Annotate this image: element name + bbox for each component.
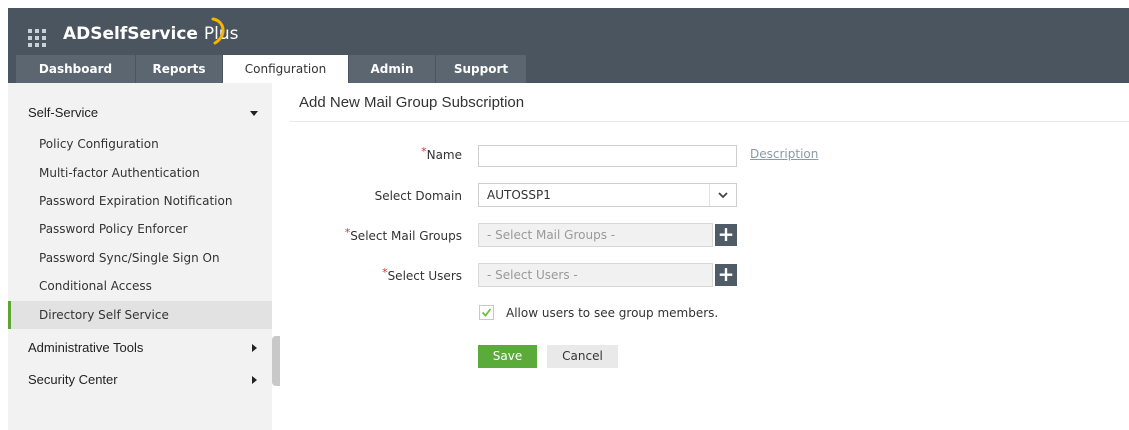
add-mail-groups-button[interactable]: + — [715, 224, 737, 246]
section-label: Self-Service — [28, 105, 99, 120]
domain-select[interactable]: AUTOSSP1 — [478, 183, 737, 207]
dropdown-arrow — [709, 184, 736, 206]
caret-down-icon — [250, 111, 258, 116]
caret-right-icon — [252, 344, 257, 352]
checkmark-icon — [481, 308, 492, 317]
caret-right-icon — [252, 376, 257, 384]
allow-group-members-checkbox[interactable] — [479, 305, 494, 320]
name-label: Name — [426, 148, 462, 162]
domain-label: Select Domain — [374, 189, 462, 203]
brand-name: ADSelfService — [63, 24, 204, 44]
sidebar-item-label: Directory Self Service — [39, 308, 169, 322]
app-grid-icon[interactable] — [28, 29, 48, 49]
tab-admin[interactable]: Admin — [349, 55, 435, 83]
required-mark: * — [344, 226, 351, 239]
users-label: Select Users — [387, 269, 462, 283]
sidebar-item-multi-factor-authentication[interactable]: Multi-factor Authentication — [8, 159, 272, 187]
section-label: Administrative Tools — [28, 340, 144, 355]
sidebar-item-password-policy-enforcer[interactable]: Password Policy Enforcer — [8, 215, 272, 243]
sidebar: Self-Service Policy Configuration Multi-… — [8, 83, 280, 430]
sidebar-section-self-service[interactable]: Self-Service — [8, 98, 272, 128]
mail-groups-label-wrap: *Select Mail Groups — [262, 226, 462, 243]
sidebar-collapse-handle[interactable] — [272, 336, 280, 386]
chevron-down-icon — [718, 192, 728, 199]
name-input[interactable] — [478, 145, 737, 167]
required-mark: * — [382, 266, 388, 279]
sidebar-item-label: Policy Configuration — [39, 137, 159, 151]
top-strip — [0, 0, 1129, 8]
cancel-button[interactable]: Cancel — [547, 345, 618, 368]
users-label-wrap: *Select Users — [262, 266, 462, 283]
sidebar-item-label: Password Policy Enforcer — [39, 222, 188, 236]
app-header: ADSelfService Plus Dashboard Reports Con… — [8, 8, 1129, 83]
tab-configuration[interactable]: Configuration — [223, 55, 348, 83]
sidebar-section-security-center[interactable]: Security Center — [8, 365, 272, 395]
users-placeholder: - Select Users - — [487, 268, 578, 282]
sidebar-item-label: Password Sync/Single Sign On — [39, 251, 220, 265]
mail-groups-field[interactable]: - Select Mail Groups - — [478, 223, 713, 247]
sidebar-item-policy-configuration[interactable]: Policy Configuration — [8, 130, 272, 158]
page-title: Add New Mail Group Subscription — [299, 94, 525, 111]
section-label: Security Center — [28, 372, 118, 387]
required-mark: * — [421, 145, 427, 158]
add-users-button[interactable]: + — [715, 264, 737, 286]
sidebar-item-conditional-access[interactable]: Conditional Access — [8, 272, 272, 300]
sidebar-item-label: Multi-factor Authentication — [39, 166, 200, 180]
tab-support[interactable]: Support — [436, 55, 526, 83]
users-field[interactable]: - Select Users - — [478, 263, 713, 287]
sidebar-section-administrative-tools[interactable]: Administrative Tools — [8, 333, 272, 363]
domain-value: AUTOSSP1 — [487, 188, 551, 202]
sidebar-item-label: Conditional Access — [39, 279, 152, 293]
sidebar-item-label: Password Expiration Notification — [39, 194, 233, 208]
mail-groups-placeholder: - Select Mail Groups - — [487, 228, 616, 242]
tab-dashboard[interactable]: Dashboard — [16, 55, 135, 83]
mail-groups-label: Select Mail Groups — [350, 229, 462, 243]
tab-reports[interactable]: Reports — [136, 55, 222, 83]
sidebar-item-directory-self-service[interactable]: Directory Self Service — [8, 301, 272, 329]
sidebar-item-password-sync[interactable]: Password Sync/Single Sign On — [8, 244, 272, 272]
name-label-wrap: *Name — [262, 145, 462, 162]
sidebar-item-password-expiration-notification[interactable]: Password Expiration Notification — [8, 187, 272, 215]
logo-swoosh-icon — [211, 17, 225, 45]
description-link[interactable]: Description — [750, 147, 818, 161]
title-divider — [290, 121, 1129, 122]
save-button[interactable]: Save — [478, 345, 537, 368]
allow-group-members-label: Allow users to see group members. — [506, 306, 719, 320]
